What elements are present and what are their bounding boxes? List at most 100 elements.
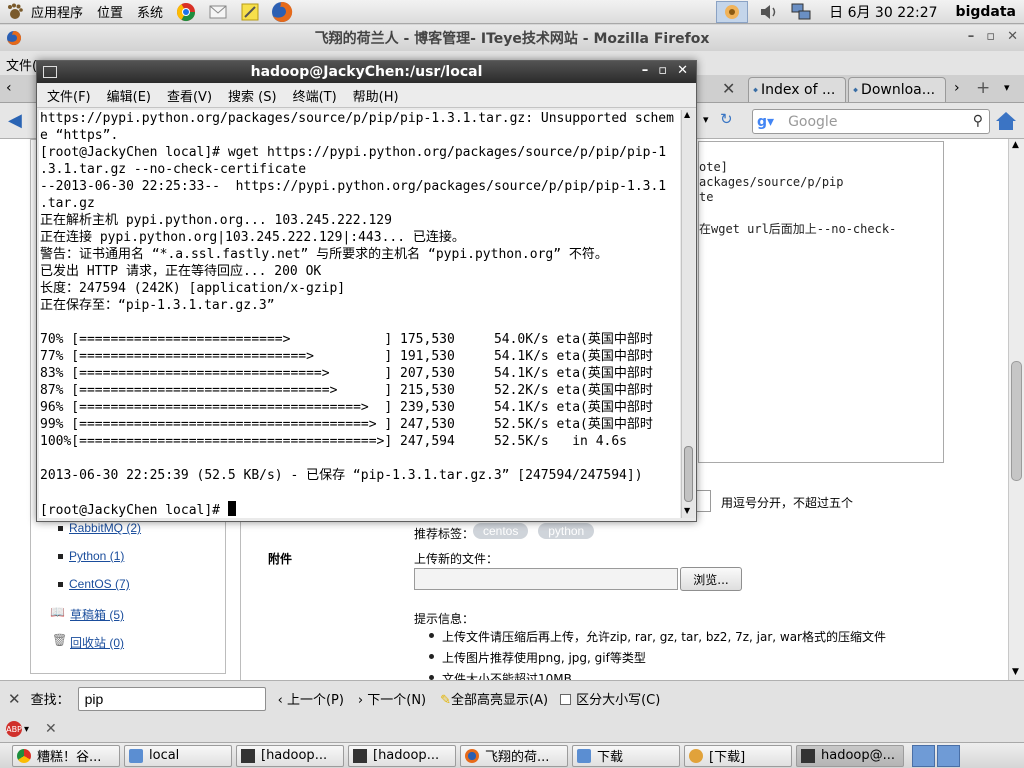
terminal-maximize-icon[interactable]: ▫ — [658, 63, 667, 78]
update-notifier-icon[interactable] — [716, 1, 749, 23]
panel-user-name[interactable]: bigdata — [950, 4, 1024, 20]
firefox-maximize-icon[interactable]: ▫ — [986, 29, 995, 44]
volume-icon[interactable] — [758, 1, 780, 23]
firefox-icon — [465, 748, 479, 763]
panel-clock[interactable]: 日 6月 30 22:27 — [817, 2, 949, 22]
find-input[interactable] — [77, 686, 266, 711]
taskbar-item-downloads-window[interactable]: [下载] — [684, 744, 792, 767]
taskbar-item-downloads-folder[interactable]: 下载 — [572, 744, 680, 767]
url-dropdown-icon[interactable]: ▾ — [703, 113, 709, 126]
tag-chip-python[interactable]: python — [538, 523, 595, 539]
adblock-icon[interactable]: ABP — [6, 721, 22, 737]
terminal-close-icon[interactable]: ✕ — [677, 63, 688, 78]
find-label: 查找： — [30, 693, 70, 708]
terminal-line: 87% [================================> ]… — [40, 383, 653, 398]
addon-bar-close-icon[interactable]: ✕ — [45, 721, 57, 737]
terminal-scrollbar[interactable]: ▲ ▼ — [681, 110, 695, 518]
new-tab-icon[interactable]: + — [976, 78, 990, 98]
terminal-menu-file[interactable]: 文件(F) — [39, 86, 99, 105]
menu-system[interactable]: 系统 — [130, 0, 170, 24]
menu-places[interactable]: 位置 — [90, 0, 130, 24]
terminal-menu-terminal[interactable]: 终端(T) — [285, 86, 345, 105]
recommend-tags-label: 推荐标签： — [414, 527, 475, 541]
gnome-foot-icon[interactable] — [6, 3, 24, 21]
taskbar-item-chrome[interactable]: 糟糕！谷... — [12, 744, 120, 767]
firefox-menu-file[interactable]: 文件( — [6, 59, 37, 74]
drafts-link[interactable]: 草稿箱 (5) — [70, 606, 124, 623]
attachment-label: 附件 — [268, 552, 293, 566]
back-arrow-icon[interactable]: ◀ — [8, 110, 22, 131]
scroll-down-icon[interactable]: ▼ — [1012, 667, 1019, 677]
match-case-checkbox[interactable]: 区分大小写(C) — [560, 689, 660, 708]
terminal-screen[interactable]: https://pypi.python.org/packages/source/… — [39, 110, 680, 518]
terminal-line: 已发出 HTTP 请求，正在等待回应... 200 OK — [40, 264, 322, 279]
workspace-switcher[interactable] — [912, 744, 960, 767]
adblock-dropdown-icon[interactable]: ▾ — [24, 724, 29, 735]
tag-chip-centos[interactable]: centos — [473, 523, 529, 539]
terminal-scroll-thumb[interactable] — [684, 446, 693, 502]
firefox-close-icon[interactable]: ✕ — [1007, 29, 1018, 44]
list-item: 上传文件请压缩后再上传，允许zip, rar, gz, tar, bz2, 7z… — [429, 630, 886, 644]
taskbar-item-label: [下载] — [709, 750, 746, 765]
terminal-scroll-down-icon[interactable]: ▼ — [684, 506, 690, 515]
tab-downloads[interactable]: ⬩ Downloa... — [848, 77, 946, 102]
workspace-1[interactable] — [912, 744, 935, 767]
tags-input[interactable] — [697, 490, 711, 512]
highlight-all-button[interactable]: ✎全部高亮显示(A) — [440, 689, 548, 708]
upload-file-input[interactable] — [414, 568, 678, 590]
category-link-python[interactable]: Python (1) — [57, 549, 124, 563]
terminal-line: 70% [==========================> ] 175,5… — [40, 332, 653, 347]
scroll-up-icon[interactable]: ▲ — [1012, 140, 1019, 150]
category-link-rabbitmq[interactable]: RabbitMQ (2) — [57, 521, 141, 535]
taskbar-item-firefox[interactable]: 飞翔的荷... — [460, 744, 568, 767]
mail-launcher-icon[interactable] — [207, 1, 229, 23]
home-icon[interactable] — [994, 109, 1018, 133]
notes-launcher-icon[interactable] — [239, 1, 261, 23]
taskbar-item-terminal-active[interactable]: hadoop@... — [796, 744, 904, 767]
binoculars-icon[interactable]: ⚲ — [973, 113, 983, 129]
list-item: 文件大小不能超过10MB — [429, 670, 572, 680]
terminal-menu-help[interactable]: 帮助(H) — [345, 86, 407, 105]
editor-line: te — [699, 190, 714, 204]
taskbar-item-label: 下载 — [597, 750, 624, 765]
network-icon[interactable] — [790, 1, 812, 23]
terminal-line: --2013-06-30 22:25:33-- https://pypi.pyt… — [40, 179, 667, 194]
tab-close-icon[interactable]: ✕ — [722, 79, 735, 98]
chrome-launcher-icon[interactable] — [175, 1, 197, 23]
firefox-minimize-icon[interactable]: – — [968, 29, 975, 44]
terminal-menu-edit[interactable]: 编辑(E) — [99, 86, 159, 105]
tab-list-icon[interactable]: ▾ — [1004, 81, 1010, 94]
terminal-minimize-icon[interactable]: – — [642, 63, 649, 78]
post-body-editor[interactable]: ote] ackages/source/p/pip te 在wget url后面… — [698, 141, 944, 463]
match-case-label: 区分大小写(C) — [576, 693, 661, 708]
list-item: 上传图片推荐使用png, jpg, gif等类型 — [429, 651, 646, 665]
findbar-close-icon[interactable]: ✕ — [8, 690, 21, 708]
taskbar-item-local-folder[interactable]: local — [124, 744, 232, 767]
firefox-launcher-icon[interactable] — [271, 1, 293, 23]
terminal-scroll-up-icon[interactable]: ▲ — [684, 110, 690, 119]
taskbar-item-terminal-2[interactable]: [hadoop... — [348, 744, 456, 767]
menu-applications[interactable]: 应用程序 — [24, 0, 90, 24]
page-scroll-thumb[interactable] — [1011, 361, 1022, 481]
tab-index-of[interactable]: ⬩ Index of ... — [748, 77, 846, 102]
search-input[interactable]: g▾ Google ⚲ — [752, 109, 990, 134]
tabs-scroll-right-icon[interactable]: › — [954, 80, 960, 96]
find-previous-button[interactable]: ‹ 上一个(P) — [278, 689, 344, 708]
taskbar-item-label: hadoop@... — [821, 748, 896, 763]
page-scrollbar[interactable]: ▲ ▼ — [1008, 139, 1024, 680]
taskbar-item-terminal-1[interactable]: [hadoop... — [236, 744, 344, 767]
terminal-menu-search[interactable]: 搜索 (S) — [220, 86, 285, 105]
browse-button[interactable]: 浏览... — [680, 567, 742, 591]
taskbar-item-label: 糟糕！谷... — [37, 750, 102, 765]
reload-icon[interactable]: ↻ — [720, 110, 733, 128]
terminal-menu-view[interactable]: 查看(V) — [159, 86, 220, 105]
terminal-icon — [353, 748, 367, 763]
trash-link[interactable]: 回收站 (0) — [70, 634, 124, 651]
category-link-centos[interactable]: CentOS (7) — [58, 577, 130, 591]
find-next-button[interactable]: › 下一个(N) — [358, 689, 426, 708]
terminal-line: 正在连接 pypi.python.org|103.245.222.129|:44… — [40, 230, 465, 245]
workspace-2[interactable] — [937, 744, 960, 767]
tabs-scroll-left-icon[interactable]: ‹ — [6, 80, 12, 96]
terminal-titlebar[interactable]: hadoop@JackyChen:/usr/local – ▫ ✕ — [37, 61, 696, 83]
